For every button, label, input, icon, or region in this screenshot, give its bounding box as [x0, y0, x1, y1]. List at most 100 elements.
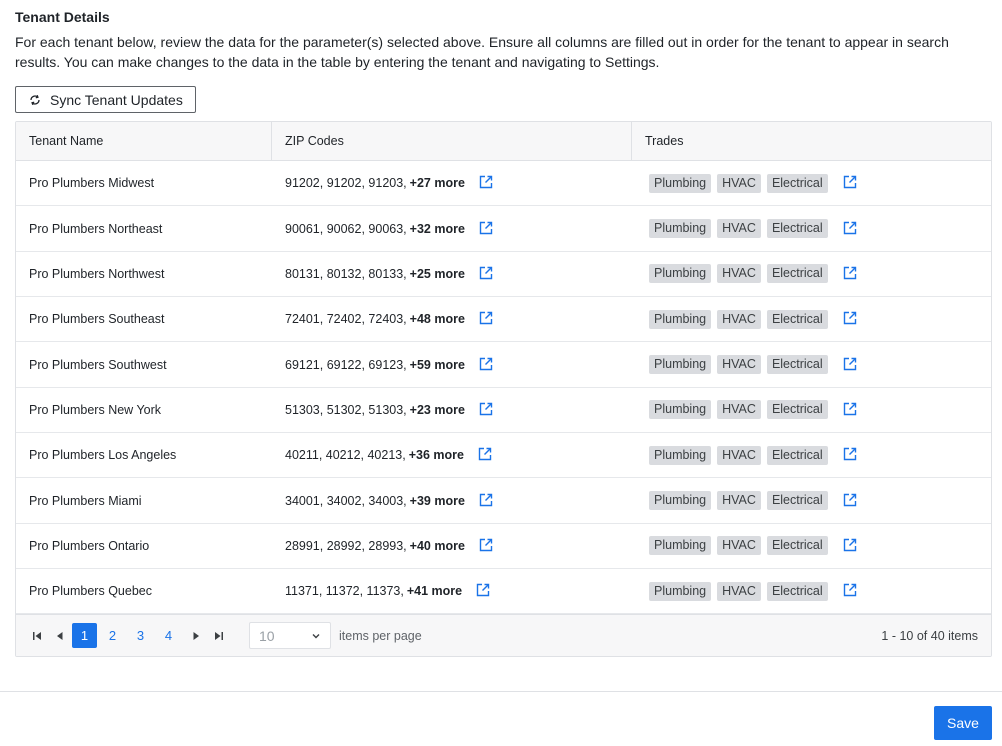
- trade-chip: Plumbing: [649, 355, 712, 375]
- external-link-icon: [843, 538, 857, 554]
- external-link-icon: [479, 538, 493, 554]
- tenant-name-cell: Pro Plumbers Southwest: [16, 342, 272, 386]
- pager: 1234 10 items per page 1 - 10 of 40 item…: [16, 614, 991, 656]
- edit-zip-codes-link[interactable]: [478, 447, 494, 463]
- external-link-icon: [843, 402, 857, 418]
- trade-chip: HVAC: [717, 219, 761, 239]
- footer-divider: [0, 691, 1002, 692]
- zip-codes: 34001, 34002, 34003,: [285, 493, 407, 508]
- last-page-button[interactable]: [207, 624, 230, 647]
- table-row[interactable]: Pro Plumbers Northeast 90061, 90062, 900…: [16, 206, 991, 252]
- zip-codes: 91202, 91202, 91203,: [285, 176, 407, 191]
- edit-trades-link[interactable]: [843, 538, 859, 554]
- external-link-icon: [843, 357, 857, 373]
- tenant-name: Pro Plumbers Los Angeles: [29, 448, 177, 463]
- edit-zip-codes-link[interactable]: [476, 583, 492, 599]
- edit-zip-codes-link[interactable]: [479, 221, 495, 237]
- external-link-icon: [843, 311, 857, 327]
- table-body: Pro Plumbers Midwest 91202, 91202, 91203…: [16, 161, 991, 615]
- page-button-3[interactable]: 3: [128, 623, 153, 648]
- table-header: Tenant Name ZIP Codes Trades: [16, 122, 991, 161]
- table-row[interactable]: Pro Plumbers Los Angeles 40211, 40212, 4…: [16, 433, 991, 479]
- zip-codes: 90061, 90062, 90063,: [285, 221, 407, 236]
- table-row[interactable]: Pro Plumbers Southeast 72401, 72402, 724…: [16, 297, 991, 343]
- table-row[interactable]: Pro Plumbers Northwest 80131, 80132, 801…: [16, 251, 991, 298]
- zip-codes-cell: 72401, 72402, 72403, +48 more: [272, 297, 632, 341]
- edit-trades-link[interactable]: [843, 493, 859, 509]
- save-button[interactable]: Save: [934, 706, 992, 740]
- trade-chip: Electrical: [766, 219, 828, 239]
- tenant-name: Pro Plumbers New York: [29, 402, 162, 417]
- zip-codes: 69121, 69122, 69123,: [285, 357, 407, 372]
- edit-zip-codes-link[interactable]: [479, 493, 495, 509]
- edit-zip-codes-link[interactable]: [479, 538, 495, 554]
- table-row[interactable]: Pro Plumbers New York 51303, 51302, 5130…: [16, 387, 991, 434]
- zip-codes: 51303, 51302, 51303,: [285, 402, 407, 417]
- tenant-name: Pro Plumbers Northeast: [29, 221, 163, 236]
- tenant-name: Pro Plumbers Northwest: [29, 266, 165, 281]
- previous-page-button[interactable]: [48, 624, 71, 647]
- tenant-name: Pro Plumbers Miami: [29, 493, 142, 508]
- zip-codes-more: +27 more: [409, 176, 465, 191]
- edit-trades-link[interactable]: [843, 583, 859, 599]
- trade-chip: HVAC: [717, 355, 761, 375]
- page-button-2[interactable]: 2: [100, 623, 125, 648]
- trade-chip: Electrical: [766, 355, 828, 375]
- sync-tenant-updates-button[interactable]: Sync Tenant Updates: [15, 86, 196, 113]
- trades-cell: Plumbing HVAC Electrical: [632, 161, 991, 205]
- zip-codes-cell: 34001, 34002, 34003, +39 more: [272, 478, 632, 522]
- table-row[interactable]: Pro Plumbers Midwest 91202, 91202, 91203…: [16, 161, 991, 207]
- items-per-page-select[interactable]: 10: [249, 622, 331, 649]
- edit-trades-link[interactable]: [843, 357, 859, 373]
- table-row[interactable]: Pro Plumbers Quebec 11371, 11372, 11373,…: [16, 569, 991, 615]
- table-row[interactable]: Pro Plumbers Southwest 69121, 69122, 691…: [16, 342, 991, 388]
- zip-codes-more: +41 more: [406, 584, 463, 599]
- column-header-trades[interactable]: Trades: [632, 122, 991, 160]
- edit-zip-codes-link[interactable]: [479, 311, 495, 327]
- trade-chip: HVAC: [717, 264, 761, 284]
- zip-codes-cell: 90061, 90062, 90063, +32 more: [272, 206, 632, 250]
- edit-trades-link[interactable]: [843, 221, 859, 237]
- first-page-button[interactable]: [25, 624, 48, 647]
- zip-codes-cell: 51303, 51302, 51303, +23 more: [272, 388, 632, 432]
- tenant-name-cell: Pro Plumbers Northeast: [16, 206, 272, 250]
- table-row[interactable]: Pro Plumbers Ontario 28991, 28992, 28993…: [16, 523, 991, 570]
- trade-chip: Plumbing: [649, 445, 712, 465]
- pager-info: 1 - 10 of 40 items: [881, 628, 978, 643]
- trade-chip: Electrical: [766, 264, 828, 284]
- edit-zip-codes-link[interactable]: [479, 402, 495, 418]
- tenant-name-cell: Pro Plumbers Midwest: [16, 161, 272, 205]
- section-description: For each tenant below, review the data f…: [15, 34, 949, 70]
- trades-cell: Plumbing HVAC Electrical: [632, 206, 991, 250]
- column-header-tenant-name[interactable]: Tenant Name: [16, 122, 272, 160]
- edit-trades-link[interactable]: [843, 311, 859, 327]
- zip-codes-more: +25 more: [409, 266, 465, 281]
- page-list: 1234: [72, 623, 184, 648]
- trade-chip: Electrical: [766, 581, 828, 601]
- section-title: Tenant Details: [15, 9, 110, 25]
- column-header-zip-codes[interactable]: ZIP Codes: [272, 122, 632, 160]
- first-page-icon: [32, 631, 41, 640]
- previous-page-icon: [56, 631, 62, 640]
- edit-trades-link[interactable]: [843, 402, 859, 418]
- trades-cell: Plumbing HVAC Electrical: [632, 478, 991, 522]
- edit-zip-codes-link[interactable]: [479, 357, 495, 373]
- next-page-button[interactable]: [184, 624, 207, 647]
- page-button-1[interactable]: 1: [72, 623, 97, 648]
- edit-trades-link[interactable]: [843, 266, 859, 282]
- tenant-name: Pro Plumbers Southwest: [29, 357, 167, 372]
- zip-codes-cell: 40211, 40212, 40213, +36 more: [272, 433, 632, 477]
- external-link-icon: [478, 447, 492, 463]
- external-link-icon: [843, 221, 857, 237]
- trade-chip: Electrical: [766, 536, 828, 556]
- trade-chip: Electrical: [766, 400, 828, 420]
- edit-zip-codes-link[interactable]: [479, 266, 495, 282]
- external-link-icon: [479, 493, 493, 509]
- table-row[interactable]: Pro Plumbers Miami 34001, 34002, 34003, …: [16, 478, 991, 524]
- trade-chip: Plumbing: [649, 309, 712, 329]
- external-link-icon: [843, 583, 857, 599]
- edit-trades-link[interactable]: [843, 175, 859, 191]
- edit-trades-link[interactable]: [843, 447, 859, 463]
- page-button-4[interactable]: 4: [156, 623, 181, 648]
- edit-zip-codes-link[interactable]: [479, 175, 495, 191]
